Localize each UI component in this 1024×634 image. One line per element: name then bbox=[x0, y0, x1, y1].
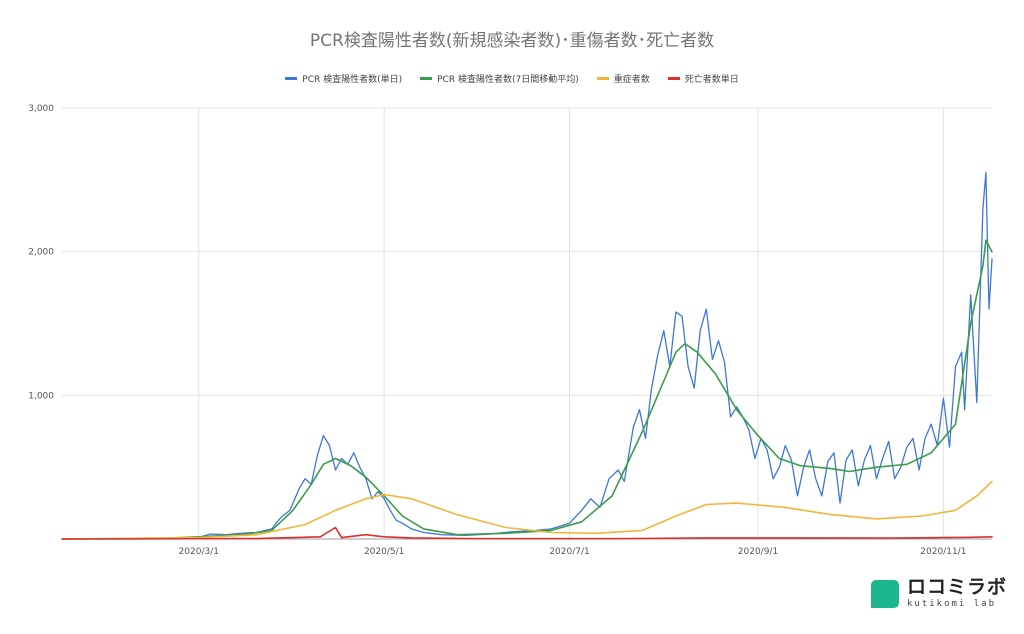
x-tick-label: 2020/7/1 bbox=[549, 547, 589, 557]
series-line-severe bbox=[61, 480, 993, 540]
x-tick-label: 2020/5/1 bbox=[364, 547, 404, 557]
y-tick-label: 3,000 bbox=[28, 104, 54, 114]
x-tick-label: 2020/11/1 bbox=[920, 547, 966, 557]
series-line-daily bbox=[61, 172, 993, 540]
brand-logo[interactable]: ロコミラボ kutikomi lab bbox=[871, 578, 1007, 609]
series-line-moving-average bbox=[61, 239, 993, 540]
line-chart: 3,000 2,000 1,000 2020/3/1 2020/5/1 2020/7/1 2… bbox=[28, 104, 993, 557]
logo-english-text: kutikomi lab bbox=[907, 599, 997, 609]
x-tick-label: 2020/9/1 bbox=[738, 547, 778, 557]
x-tick-label: 2020/3/1 bbox=[179, 547, 219, 557]
logo-japanese-text: ロコミラボ bbox=[907, 576, 1008, 598]
speech-bubble-icon bbox=[871, 579, 899, 608]
y-tick-label: 1,000 bbox=[28, 391, 54, 401]
y-tick-label: 2,000 bbox=[28, 248, 54, 258]
